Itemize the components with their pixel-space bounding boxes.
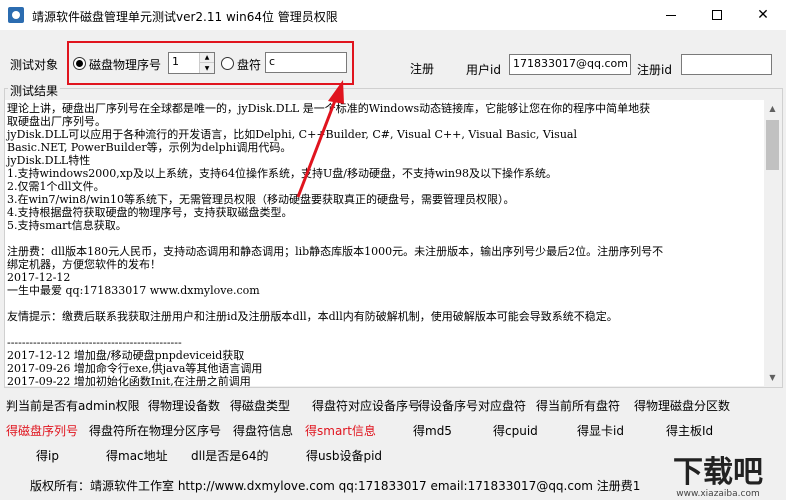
result-line: 取硬盘出厂序列号。 bbox=[7, 115, 106, 128]
result-line: 理论上讲，硬盘出厂序列号在全球都是唯一的，jyDisk.DLL 是一个标准的Wi… bbox=[7, 102, 651, 115]
function-button[interactable]: 得盘符信息 bbox=[233, 422, 293, 439]
result-line: 友情提示：缴费后联系我获取注册用户和注册id及注册版本dll，本dll内有防破解… bbox=[7, 310, 618, 323]
target-label: 测试对象 bbox=[10, 58, 59, 72]
function-button[interactable]: 得md5 bbox=[413, 422, 452, 439]
title-bar: 靖源软件磁盘管理单元测试ver2.11 win64位 管理员权限 ✕ bbox=[0, 0, 786, 30]
app-icon bbox=[8, 7, 24, 23]
function-button[interactable]: 得smart信息 bbox=[305, 422, 376, 439]
function-button[interactable]: 得cpuid bbox=[493, 422, 538, 439]
function-button[interactable]: 得磁盘序列号 bbox=[6, 422, 78, 439]
scroll-thumb[interactable] bbox=[766, 120, 779, 170]
function-button[interactable]: 得物理设备数 bbox=[148, 397, 220, 414]
register-label[interactable]: 注册 bbox=[410, 60, 434, 77]
result-line: jyDisk.DLL可以应用于各种流行的开发语言，比如Delphi, C++Bu… bbox=[7, 128, 577, 141]
svg-text:下载吧: 下载吧 bbox=[673, 455, 763, 490]
result-line: 2.仅需1个dll文件。 bbox=[7, 180, 105, 193]
svg-text:www.xiazaiba.com: www.xiazaiba.com bbox=[676, 489, 760, 499]
function-button[interactable]: 得盘符所在物理分区序号 bbox=[89, 422, 221, 439]
function-button[interactable]: 判当前是否有admin权限 bbox=[6, 397, 140, 414]
maximize-button[interactable] bbox=[694, 0, 740, 30]
xiazaiba-watermark-logo: 下载吧 www.xiazaiba.com bbox=[650, 446, 786, 500]
maximize-icon bbox=[712, 10, 722, 20]
result-line: 5.支持smart信息获取。 bbox=[7, 219, 127, 232]
close-button[interactable]: ✕ bbox=[740, 0, 786, 30]
function-button[interactable]: 得usb设备pid bbox=[306, 447, 382, 464]
red-highlight-box bbox=[67, 41, 354, 85]
close-icon: ✕ bbox=[757, 7, 769, 23]
result-line: ----------------------------------------… bbox=[7, 336, 182, 349]
minimize-icon bbox=[666, 14, 676, 16]
result-line: Basic.NET, PowerBuilder等，示例为delphi调用代码。 bbox=[7, 141, 292, 154]
scroll-down-icon[interactable]: ▼ bbox=[764, 369, 781, 386]
result-line: 注册费：dll版本180元人民币，支持动态调用和静态调用；lib静态库版本100… bbox=[7, 245, 664, 258]
window-title: 靖源软件磁盘管理单元测试ver2.11 win64位 管理员权限 bbox=[32, 10, 338, 24]
function-button[interactable]: 得磁盘类型 bbox=[230, 397, 290, 414]
function-button[interactable]: 得当前所有盘符 bbox=[536, 397, 620, 414]
reg-id-label: 注册id bbox=[637, 63, 672, 77]
result-line: 绑定机器，方便您软件的发布！ bbox=[7, 258, 161, 271]
result-line: 一生中最爱 qq:171833017 www.dxmylove.com bbox=[7, 284, 260, 297]
function-button[interactable]: 得盘符对应设备序号 bbox=[312, 397, 420, 414]
result-line: 1.支持windows2000,xp及以上系统，支持64位操作系统，支持U盘/移… bbox=[7, 167, 557, 180]
results-memo[interactable]: 理论上讲，硬盘出厂序列号在全球都是唯一的，jyDisk.DLL 是一个标准的Wi… bbox=[5, 100, 764, 386]
result-line: 4.支持根据盘符获取硬盘的物理序号，支持获取磁盘类型。 bbox=[7, 206, 293, 219]
function-button[interactable]: 得mac地址 bbox=[106, 447, 168, 464]
reg-id-input[interactable] bbox=[681, 54, 772, 75]
copyright-text: 版权所有：靖源软件工作室 http://www.dxmylove.com qq:… bbox=[30, 479, 641, 493]
result-line: 2017-12-12 增加盘/移动硬盘pnpdeviceid获取 bbox=[7, 349, 245, 362]
scroll-up-icon[interactable]: ▲ bbox=[764, 100, 781, 117]
results-scrollbar[interactable]: ▲ ▼ bbox=[764, 100, 781, 386]
result-line: 2017-09-26 增加命令行exe,供java等其他语言调用 bbox=[7, 362, 263, 375]
minimize-button[interactable] bbox=[648, 0, 694, 30]
results-legend: 测试结果 bbox=[8, 82, 61, 99]
result-line: jyDisk.DLL特性 bbox=[7, 154, 91, 167]
result-line: 2017-09-22 增加初始化函数Init,在注册之前调用 bbox=[7, 375, 251, 386]
function-button[interactable]: 得物理磁盘分区数 bbox=[634, 397, 730, 414]
function-button[interactable]: 得ip bbox=[36, 447, 59, 464]
function-button[interactable]: 得主板Id bbox=[666, 422, 713, 439]
result-line: 3.在win7/win8/win10等系统下，无需管理员权限（移动硬盘要获取真正… bbox=[7, 193, 515, 206]
user-id-input[interactable]: 171833017@qq.com bbox=[509, 54, 631, 75]
result-line: 2017-12-12 bbox=[7, 271, 71, 284]
function-button[interactable]: 得显卡id bbox=[577, 422, 624, 439]
function-button[interactable]: 得设备序号对应盘符 bbox=[418, 397, 526, 414]
user-id-label: 用户id bbox=[466, 63, 501, 77]
function-button[interactable]: dll是否是64的 bbox=[191, 447, 269, 464]
